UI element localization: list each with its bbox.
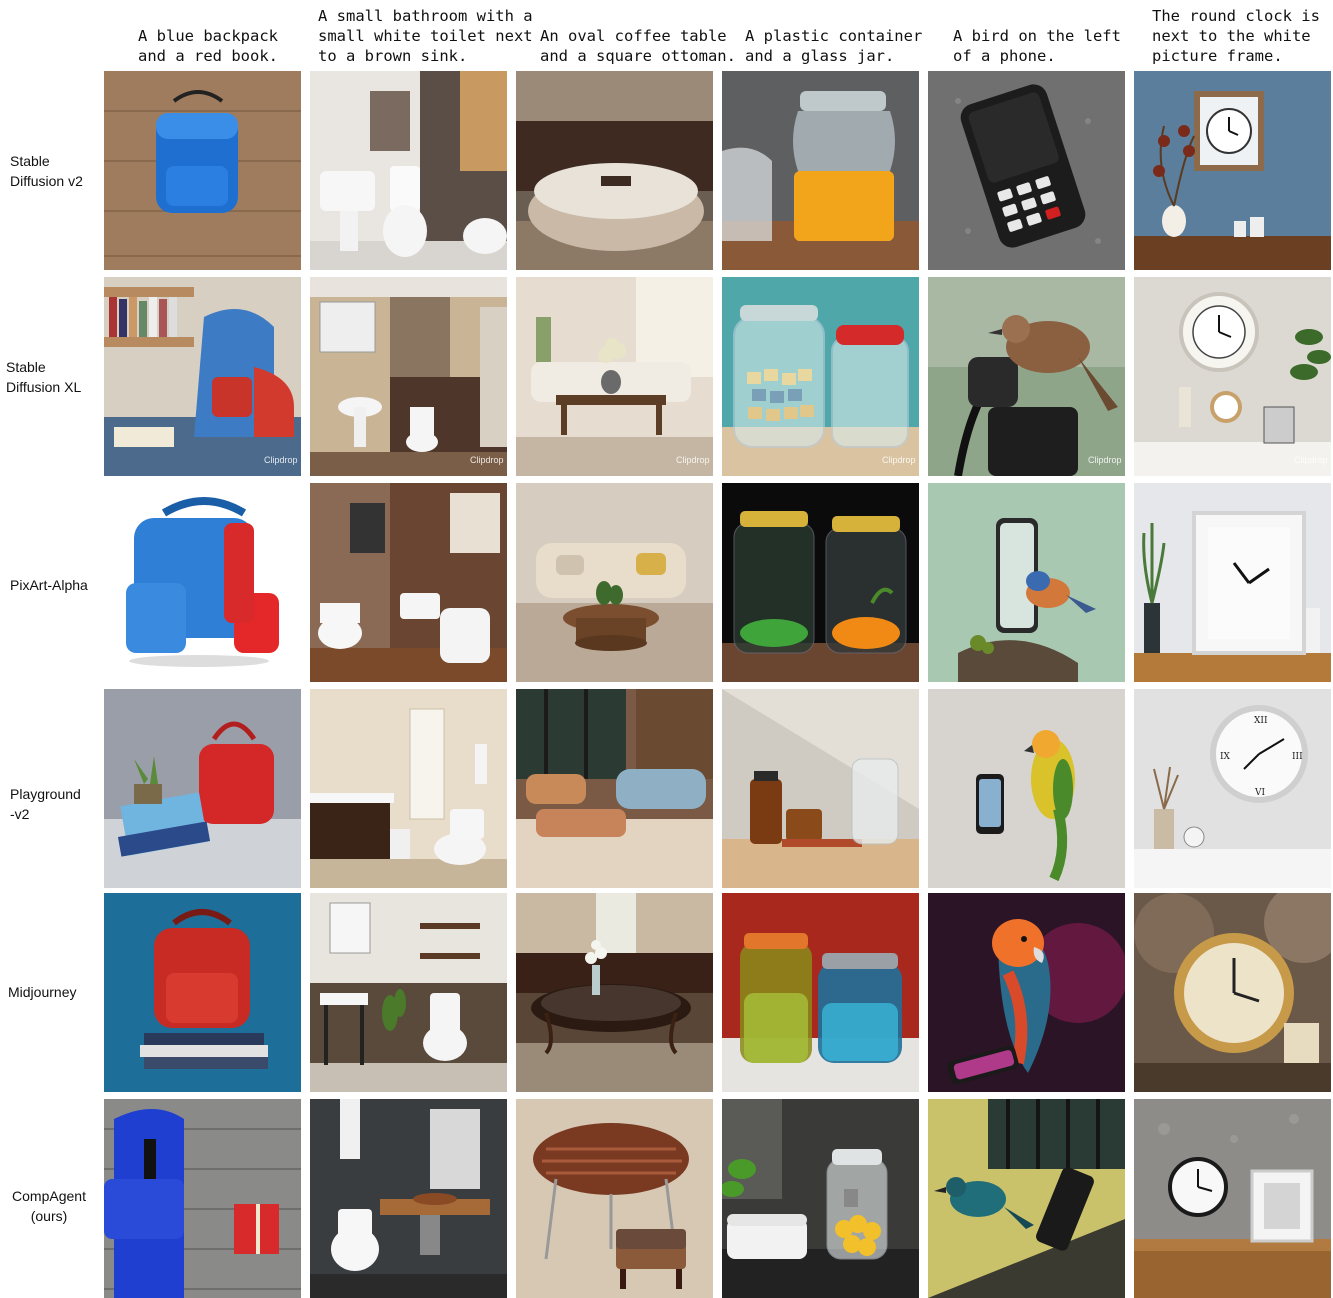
image-compagent-backpack bbox=[104, 1099, 301, 1298]
image-midjourney-backpack bbox=[104, 893, 301, 1092]
image-sd2-backpack bbox=[104, 71, 301, 270]
method-label-compagent: CompAgent (ours) bbox=[12, 1188, 86, 1224]
image-sdxl-clock: Clipdrop bbox=[1134, 277, 1331, 476]
image-compagent-bathroom bbox=[310, 1099, 507, 1298]
method-label-pixart: PixArt-Alpha bbox=[10, 577, 88, 593]
image-sd2-bathroom bbox=[310, 71, 507, 270]
image-pixart-backpack bbox=[104, 483, 301, 682]
method-label-playground: Playground -v2 bbox=[10, 786, 81, 822]
svg-text:IX: IX bbox=[1220, 752, 1231, 762]
method-label-sdxl: Stable Diffusion XL bbox=[6, 359, 82, 395]
image-compagent-bird-phone bbox=[928, 1099, 1125, 1298]
prompt-col-3: An oval coffee table and a square ottoma… bbox=[540, 27, 736, 65]
image-playground-clock: XII III VI IX bbox=[1134, 689, 1331, 888]
image-pixart-clock bbox=[1134, 483, 1331, 682]
image-sdxl-coffee-table: Clipdrop bbox=[516, 277, 713, 476]
image-sd2-clock bbox=[1134, 71, 1331, 270]
image-compagent-clock bbox=[1134, 1099, 1331, 1298]
svg-text:III: III bbox=[1292, 752, 1303, 762]
watermark-text: Clipdrop bbox=[264, 455, 298, 465]
image-compagent-coffee-table bbox=[516, 1099, 713, 1298]
image-compagent-container bbox=[722, 1099, 919, 1298]
image-pixart-container bbox=[722, 483, 919, 682]
method-label-sd2: Stable Diffusion v2 bbox=[10, 153, 83, 189]
image-sdxl-container: Clipdrop bbox=[722, 277, 919, 476]
image-midjourney-clock bbox=[1134, 893, 1331, 1092]
image-midjourney-bird-phone bbox=[928, 893, 1125, 1092]
image-playground-bathroom bbox=[310, 689, 507, 888]
prompt-col-1: A blue backpack and a red book. bbox=[138, 27, 278, 65]
prompt-col-5: A bird on the left of a phone. bbox=[953, 27, 1121, 65]
method-label-midjourney: Midjourney bbox=[8, 984, 77, 1000]
image-sd2-phone bbox=[928, 71, 1125, 270]
image-sd2-coffee-table bbox=[516, 71, 713, 270]
image-pixart-coffee-table bbox=[516, 483, 713, 682]
image-sd2-container bbox=[722, 71, 919, 270]
watermark-text: Clipdrop bbox=[1088, 455, 1122, 465]
image-playground-bird-phone bbox=[928, 689, 1125, 888]
image-midjourney-coffee-table bbox=[516, 893, 713, 1092]
image-pixart-bird-phone bbox=[928, 483, 1125, 682]
image-sdxl-bathroom: Clipdrop bbox=[310, 277, 507, 476]
prompt-col-6: The round clock is next to the white pic… bbox=[1152, 7, 1320, 65]
comparison-figure: A blue backpack and a red book. A small … bbox=[0, 0, 1333, 1298]
watermark-text: Clipdrop bbox=[470, 455, 504, 465]
image-sdxl-backpack: Clipdrop bbox=[104, 277, 301, 476]
image-playground-coffee-table bbox=[516, 689, 713, 888]
watermark-text: Clipdrop bbox=[882, 455, 916, 465]
image-midjourney-container bbox=[722, 893, 919, 1092]
image-playground-backpack bbox=[104, 689, 301, 888]
prompt-col-4: A plastic container and a glass jar. bbox=[745, 27, 923, 65]
image-playground-container bbox=[722, 689, 919, 888]
image-midjourney-bathroom bbox=[310, 893, 507, 1092]
prompt-col-2: A small bathroom with a small white toil… bbox=[318, 7, 533, 65]
image-sdxl-bird-phone: Clipdrop bbox=[928, 277, 1125, 476]
svg-text:VI: VI bbox=[1254, 788, 1265, 798]
watermark-text: Clipdrop bbox=[676, 455, 710, 465]
image-pixart-bathroom bbox=[310, 483, 507, 682]
svg-text:XII: XII bbox=[1254, 716, 1268, 726]
watermark-text: Clipdrop bbox=[1294, 455, 1328, 465]
